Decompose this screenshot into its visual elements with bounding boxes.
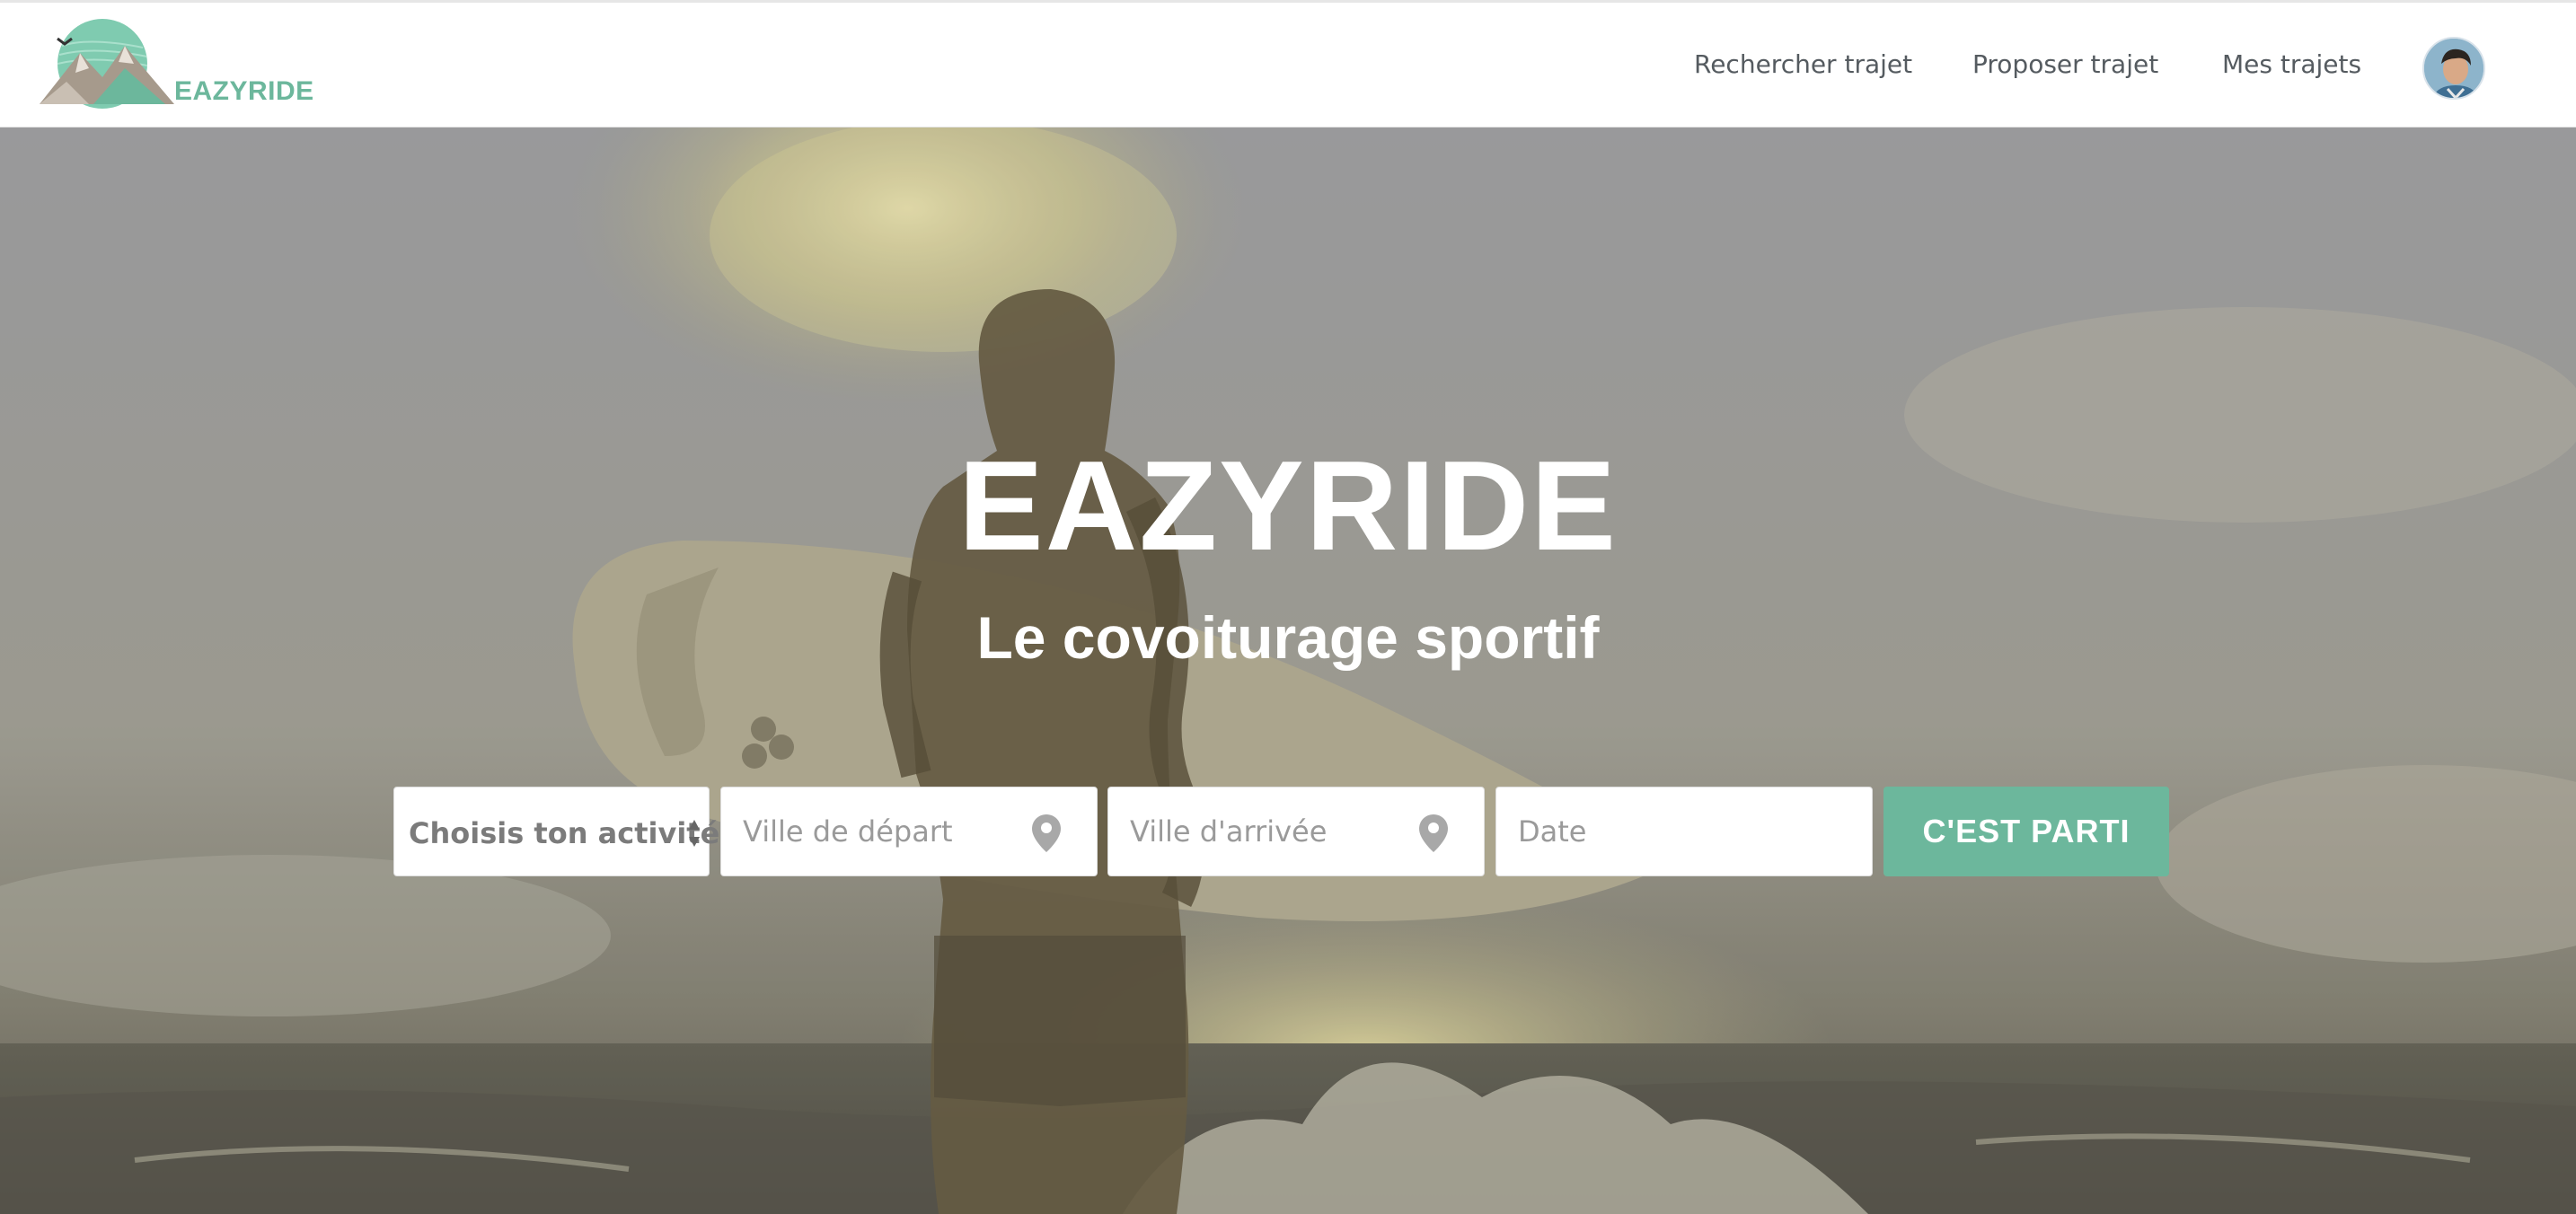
search-submit-button[interactable]: C'EST PARTI [1883, 787, 2169, 876]
activity-select-label: Choisis ton activité [409, 816, 720, 850]
avatar-icon [2424, 39, 2483, 98]
hero-section: EAZYRIDE Le covoiturage sportif Choisis … [0, 128, 2576, 1214]
nav-my-trips[interactable]: Mes trajets [2222, 49, 2361, 79]
date-input[interactable] [1496, 787, 1872, 875]
map-pin-icon [1419, 814, 1448, 852]
brand-name: EAZYRIDE [174, 76, 314, 106]
arrival-city-field[interactable] [1107, 787, 1485, 876]
top-navbar: EAZYRIDE Rechercher trajet Proposer traj… [0, 0, 2576, 128]
departure-city-field[interactable] [720, 787, 1098, 876]
hero-title: EAZYRIDE [958, 435, 1618, 577]
select-arrows-icon [689, 820, 700, 847]
date-field[interactable] [1495, 787, 1873, 876]
nav-offer-trip[interactable]: Proposer trajet [1972, 49, 2158, 79]
map-pin-icon [1032, 814, 1061, 852]
user-avatar[interactable] [2422, 37, 2485, 100]
nav-search-trip[interactable]: Rechercher trajet [1694, 49, 1912, 79]
hero-subtitle: Le covoiturage sportif [976, 604, 1600, 671]
brand-logo[interactable]: EAZYRIDE [40, 19, 313, 109]
activity-select[interactable]: Choisis ton activité [393, 787, 719, 876]
mountain-logo-icon [40, 19, 174, 109]
